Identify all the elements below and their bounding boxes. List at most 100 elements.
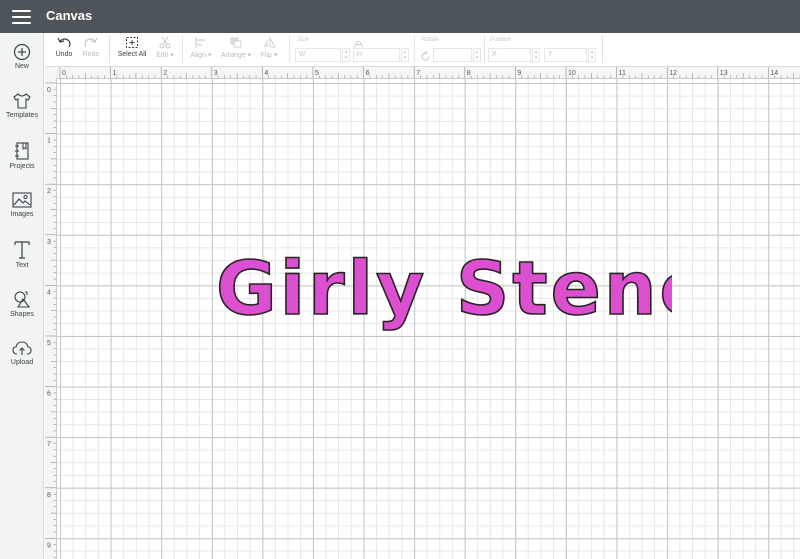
align-label: Align	[190, 52, 207, 59]
image-icon	[12, 192, 32, 208]
toolbar-divider	[109, 36, 110, 63]
left-sidebar: New Templates Projects Images Text Shape…	[0, 33, 44, 559]
toolbar-divider	[484, 36, 485, 63]
undo-icon	[57, 37, 71, 48]
scissors-icon	[159, 36, 171, 49]
ruler-label: 8	[467, 70, 471, 77]
ruler-label: 1	[113, 70, 117, 77]
ruler-label: 9	[47, 542, 51, 549]
sidebar-item-images[interactable]: Images	[0, 191, 44, 235]
edit-toolbar: Undo Redo Select All Edit ▾ Align ▾ Arra…	[45, 33, 800, 67]
ruler-label: 10	[568, 70, 576, 77]
tshirt-icon	[13, 93, 31, 109]
rotate-field[interactable]	[433, 48, 472, 62]
flip-icon	[263, 36, 276, 48]
ruler-label: 7	[416, 70, 420, 77]
ruler-label: 6	[47, 391, 51, 398]
sidebar-item-text[interactable]: Text	[0, 240, 44, 284]
toolbar-divider	[182, 36, 183, 63]
ruler-label: 6	[366, 70, 370, 77]
flip-label: Flip	[260, 52, 272, 59]
undo-label: Undo	[55, 51, 73, 58]
rotate-group-label: Rotate	[421, 37, 439, 43]
flip-dropdown[interactable]: Flip ▾	[256, 36, 282, 59]
redo-button[interactable]: Redo	[80, 36, 102, 58]
vertical-ruler-ticks: 0 1 2 3 4 5 6 7 8 9	[45, 82, 56, 558]
ruler-label: 9	[517, 70, 521, 77]
sidebar-item-label: Text	[15, 262, 29, 269]
ruler-label: 4	[47, 289, 51, 296]
rotate-icon	[420, 49, 431, 67]
plus-circle-icon	[13, 43, 31, 61]
chevron-down-icon: ▾	[247, 52, 252, 59]
chevron-down-icon: ▾	[273, 52, 278, 59]
edit-label: Edit	[156, 52, 169, 59]
ruler-label: 0	[62, 70, 66, 77]
sidebar-item-shapes[interactable]: Shapes	[0, 289, 44, 333]
arrange-icon	[230, 37, 242, 48]
sidebar-item-upload[interactable]: Upload	[0, 339, 44, 383]
horizontal-ruler-ticks: 0 1 2 3 4 5 6 7 8 9 10 11 12 13 14	[59, 67, 800, 78]
chevron-down-icon: ▾	[170, 52, 174, 59]
ruler-label: 7	[47, 441, 51, 448]
text-layer[interactable]: Girly Stencil	[212, 242, 672, 337]
y-position-stepper[interactable]: ▴ ▾	[588, 48, 596, 62]
sidebar-item-projects[interactable]: Projects	[0, 141, 44, 185]
ruler-label: 2	[163, 70, 167, 77]
sidebar-item-label: Projects	[9, 163, 35, 170]
toolbar-divider	[414, 36, 415, 63]
height-field[interactable]: H	[353, 48, 400, 62]
ruler-label: 3	[214, 70, 218, 77]
x-position-stepper[interactable]: ▴ ▾	[532, 48, 540, 62]
position-group-label: Position	[490, 37, 512, 43]
cloud-upload-icon	[12, 341, 32, 355]
notebook-icon	[15, 142, 29, 160]
ruler-label: 14	[770, 70, 778, 77]
sidebar-item-label: New	[14, 63, 29, 70]
chevron-down-icon: ▾	[208, 52, 212, 59]
top-header: Canvas	[0, 0, 800, 33]
arrange-label: Arrange	[220, 52, 246, 59]
sidebar-item-label: Shapes	[10, 311, 34, 318]
select-all-icon	[126, 37, 138, 48]
ruler-corner	[45, 67, 57, 79]
ruler-label: 2	[47, 188, 51, 195]
ruler-label: 5	[47, 340, 51, 347]
sidebar-item-templates[interactable]: Templates	[0, 92, 44, 136]
width-field[interactable]: W	[295, 48, 341, 62]
vertical-ruler: 0 1 2 3 4 5 6 7 8 9	[45, 79, 57, 559]
ruler-label: 3	[47, 239, 51, 246]
height-stepper[interactable]: ▴ ▾	[401, 48, 409, 62]
edit-dropdown[interactable]: Edit ▾	[152, 36, 178, 59]
ruler-label: 5	[315, 70, 319, 77]
sidebar-item-label: Images	[10, 211, 34, 218]
page-title: Canvas	[46, 8, 93, 23]
align-dropdown[interactable]: Align ▾	[186, 36, 216, 59]
ruler-label: 0	[47, 87, 51, 94]
redo-icon	[84, 37, 98, 48]
rotate-stepper[interactable]: ▴ ▾	[473, 48, 481, 62]
toolbar-divider	[289, 36, 290, 63]
size-group-label: Size	[297, 37, 309, 43]
shapes-icon	[14, 291, 31, 308]
sidebar-item-label: Upload	[10, 359, 34, 366]
canvas-text[interactable]: Girly Stencil	[215, 245, 672, 333]
select-all-button[interactable]: Select All	[115, 36, 149, 58]
ruler-label: 13	[720, 70, 728, 77]
x-position-field[interactable]: X	[488, 48, 531, 62]
y-position-field[interactable]: Y	[544, 48, 587, 62]
sidebar-item-label: Templates	[6, 112, 38, 119]
ruler-label: 4	[264, 70, 268, 77]
width-stepper[interactable]: ▴ ▾	[342, 48, 350, 62]
sidebar-item-new[interactable]: New	[0, 43, 44, 87]
text-t-icon	[14, 241, 30, 259]
arrange-dropdown[interactable]: Arrange ▾	[219, 36, 253, 59]
select-all-label: Select All	[117, 51, 147, 58]
design-canvas[interactable]: Girly Stencil	[57, 79, 800, 559]
toolbar-divider	[602, 36, 603, 63]
hamburger-menu-icon[interactable]	[12, 10, 31, 24]
undo-button[interactable]: Undo	[53, 36, 75, 58]
horizontal-ruler: 0 1 2 3 4 5 6 7 8 9 10 11 12 13 14	[45, 67, 800, 79]
ruler-label: 11	[619, 70, 626, 77]
align-icon	[195, 37, 205, 48]
